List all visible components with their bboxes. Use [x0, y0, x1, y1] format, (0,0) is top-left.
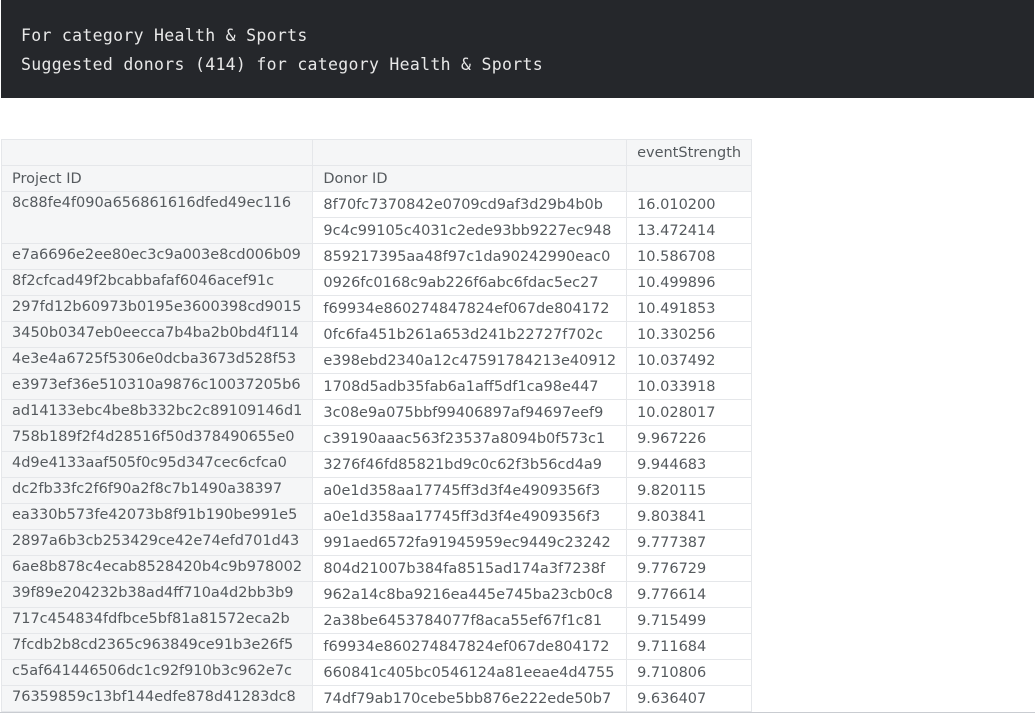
donor-id-cell: 0fc6fa451b261a653d241b22727f702c [312, 321, 628, 348]
table-body: 8c88fe4f090a656861616dfed49ec116 8f70fc73… [0, 191, 753, 712]
table-row: 76359859c13bf144edfe878d41283dc8 74df79ab… [0, 685, 753, 712]
donor-id-cell: f69934e860274847824ef067de804172 [312, 633, 628, 660]
project-id-cell: 76359859c13bf144edfe878d41283dc8 [0, 685, 314, 712]
donor-id-cell: 991aed6572fa91945959ec9449c23242 [312, 529, 628, 556]
table-row: 758b189f2f4d28516f50d378490655e0 c39190aa… [0, 425, 753, 452]
project-id-cell: 8f2cfcad49f2bcabbafaf6046acef91c [0, 269, 314, 296]
table-row: 4d9e4133aaf505f0c95d347cec6cfca0 3276f46f… [0, 451, 753, 478]
dataframe-container: eventStrength Project ID Donor ID 8c88fe… [0, 139, 753, 712]
suggested-donors-table: eventStrength Project ID Donor ID 8c88fe… [0, 139, 753, 712]
index-name-donor-id: Donor ID [312, 165, 628, 192]
event-strength-cell: 10.037492 [626, 347, 753, 374]
donor-id-cell: 660841c405bc0546124a81eeae4d4755 [312, 659, 628, 686]
project-id-cell: 297fd12b60973b0195e3600398cd9015 [0, 295, 314, 322]
donor-id-cell: 859217395aa48f97c1da90242990eac0 [312, 243, 628, 270]
event-strength-cell: 9.803841 [626, 503, 753, 530]
header-row-index-names: Project ID Donor ID [0, 165, 753, 192]
donor-id-cell: 2a38be6453784077f8aca55ef67f1c81 [312, 607, 628, 634]
project-id-cell: 8c88fe4f090a656861616dfed49ec116 [0, 191, 314, 244]
event-strength-cell: 9.710806 [626, 659, 753, 686]
event-strength-cell: 10.586708 [626, 243, 753, 270]
donor-id-cell: 74df79ab170cebe5bb876e222ede50b7 [312, 685, 628, 712]
project-id-cell: 7fcdb2b8cd2365c963849ce91b3e26f5 [0, 633, 314, 660]
table-row: 8f2cfcad49f2bcabbafaf6046acef91c 0926fc01… [0, 269, 753, 296]
event-strength-cell: 9.820115 [626, 477, 753, 504]
donor-id-cell: a0e1d358aa17745ff3d3f4e4909356f3 [312, 477, 628, 504]
donor-id-cell: 0926fc0168c9ab226f6abc6fdac5ec27 [312, 269, 628, 296]
project-id-cell: 758b189f2f4d28516f50d378490655e0 [0, 425, 314, 452]
project-id-cell: ad14133ebc4be8b332bc2c89109146d1 [0, 399, 314, 426]
table-row: dc2fb33fc2f6f90a2f8c7b1490a38397 a0e1d358… [0, 477, 753, 504]
event-strength-cell: 10.033918 [626, 373, 753, 400]
table-row: c5af641446506dc1c92f910b3c962e7c 660841c4… [0, 659, 753, 686]
header-row-columns: eventStrength [0, 139, 753, 166]
event-strength-cell: 9.776729 [626, 555, 753, 582]
table-row: ad14133ebc4be8b332bc2c89109146d1 3c08e9a0… [0, 399, 753, 426]
event-strength-cell: 9.944683 [626, 451, 753, 478]
event-strength-cell: 9.967226 [626, 425, 753, 452]
project-id-cell: 3450b0347eb0eecca7b4ba2b0bd4f114 [0, 321, 314, 348]
project-id-cell: ea330b573fe42073b8f91b190be991e5 [0, 503, 314, 530]
output-line-suggested-donors: Suggested donors (414) for category Heal… [21, 55, 543, 74]
event-strength-cell: 10.491853 [626, 295, 753, 322]
donor-id-cell: 8f70fc7370842e0709cd9af3d29b4b0b [312, 191, 628, 218]
table-row: 297fd12b60973b0195e3600398cd9015 f69934e8… [0, 295, 753, 322]
cell-output-text: For category Health & Sports Suggested d… [1, 0, 1034, 98]
event-strength-cell: 9.715499 [626, 607, 753, 634]
donor-id-cell: 9c4c99105c4031c2ede93bb9227ec948 [312, 217, 628, 244]
table-row: e3973ef36e510310a9876c10037205b6 1708d5ad… [0, 373, 753, 400]
donor-id-cell: a0e1d358aa17745ff3d3f4e4909356f3 [312, 503, 628, 530]
project-id-cell: e3973ef36e510310a9876c10037205b6 [0, 373, 314, 400]
donor-id-cell: 3276f46fd85821bd9c0c62f3b56cd4a9 [312, 451, 628, 478]
donor-id-cell: 1708d5adb35fab6a1aff5df1ca98e447 [312, 373, 628, 400]
event-strength-cell: 16.010200 [626, 191, 753, 218]
header-blank-project [0, 139, 314, 166]
table-row: 2897a6b3cb253429ce42e74efd701d43 991aed65… [0, 529, 753, 556]
project-id-cell: dc2fb33fc2f6f90a2f8c7b1490a38397 [0, 477, 314, 504]
project-id-cell: 2897a6b3cb253429ce42e74efd701d43 [0, 529, 314, 556]
donor-id-cell: 962a14c8ba9216ea445e745ba23cb0c8 [312, 581, 628, 608]
donor-id-cell: 804d21007b384fa8515ad174a3f7238f [312, 555, 628, 582]
project-id-cell: e7a6696e2ee80ec3c9a003e8cd006b09 [0, 243, 314, 270]
event-strength-cell: 10.330256 [626, 321, 753, 348]
event-strength-cell: 10.499896 [626, 269, 753, 296]
event-strength-cell: 10.028017 [626, 399, 753, 426]
index-name-project-id: Project ID [0, 165, 314, 192]
column-header-event-strength: eventStrength [626, 139, 753, 166]
table-row: ea330b573fe42073b8f91b190be991e5 a0e1d358… [0, 503, 753, 530]
event-strength-cell: 9.636407 [626, 685, 753, 712]
table-row: 717c454834fdfbce5bf81a81572eca2b 2a38be64… [0, 607, 753, 634]
donor-id-cell: 3c08e9a075bbf99406897af94697eef9 [312, 399, 628, 426]
table-row: 4e3e4a6725f5306e0dcba3673d528f53 e398ebd2… [0, 347, 753, 374]
event-strength-cell: 13.472414 [626, 217, 753, 244]
table-header: eventStrength Project ID Donor ID [0, 139, 753, 192]
table-row: 8c88fe4f090a656861616dfed49ec116 8f70fc73… [0, 191, 753, 244]
table-row: 3450b0347eb0eecca7b4ba2b0bd4f114 0fc6fa45… [0, 321, 753, 348]
donor-id-cell: f69934e860274847824ef067de804172 [312, 295, 628, 322]
event-strength-cell: 9.777387 [626, 529, 753, 556]
header-blank-strength [626, 165, 753, 192]
project-id-cell: 6ae8b878c4ecab8528420b4c9b978002 [0, 555, 314, 582]
project-id-cell: 4e3e4a6725f5306e0dcba3673d528f53 [0, 347, 314, 374]
output-line-category: For category Health & Sports [21, 26, 308, 45]
project-id-cell: 39f89e204232b38ad4ff710a4d2bb3b9 [0, 581, 314, 608]
donor-id-cell: c39190aaac563f23537a8094b0f573c1 [312, 425, 628, 452]
table-row: e7a6696e2ee80ec3c9a003e8cd006b09 85921739… [0, 243, 753, 270]
table-row: 7fcdb2b8cd2365c963849ce91b3e26f5 f69934e8… [0, 633, 753, 660]
header-blank-donor [312, 139, 628, 166]
table-row: 39f89e204232b38ad4ff710a4d2bb3b9 962a14c8… [0, 581, 753, 608]
project-id-cell: 4d9e4133aaf505f0c95d347cec6cfca0 [0, 451, 314, 478]
event-strength-cell: 9.711684 [626, 633, 753, 660]
event-strength-cell: 9.776614 [626, 581, 753, 608]
table-row: 6ae8b878c4ecab8528420b4c9b978002 804d2100… [0, 555, 753, 582]
project-id-cell: 717c454834fdfbce5bf81a81572eca2b [0, 607, 314, 634]
donor-id-cell: e398ebd2340a12c47591784213e40912 [312, 347, 628, 374]
page-bottom-divider [0, 712, 1035, 713]
project-id-cell: c5af641446506dc1c92f910b3c962e7c [0, 659, 314, 686]
